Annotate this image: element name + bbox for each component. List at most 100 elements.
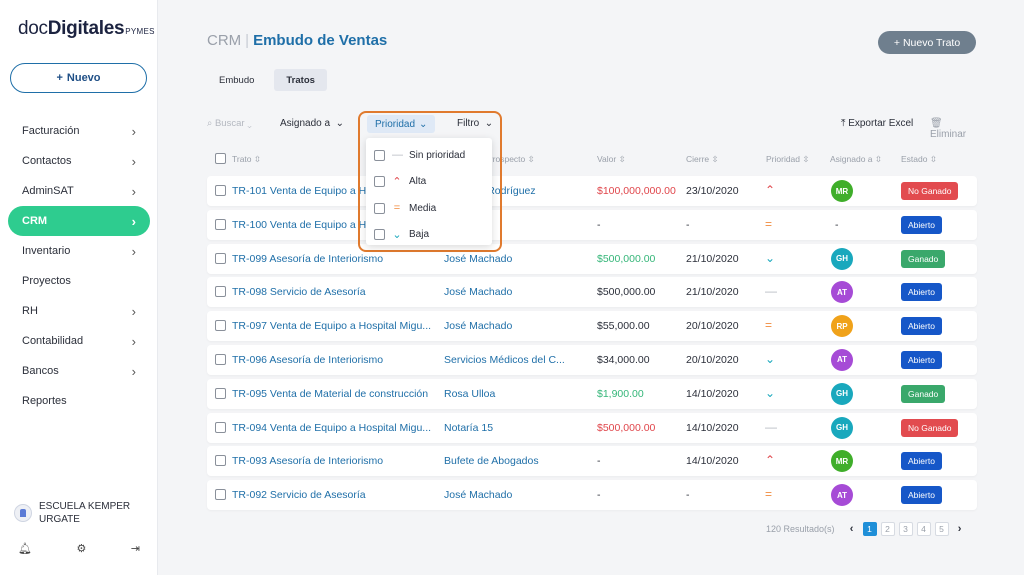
status-badge[interactable]: Abierto bbox=[901, 452, 942, 471]
sidebar-item-crm[interactable]: CRM › bbox=[8, 206, 150, 236]
table-row[interactable]: TR-099 Asesoría de Interiorismo José Mach… bbox=[207, 243, 977, 274]
sidebar-item-facturacin[interactable]: Facturación › bbox=[0, 116, 158, 146]
status-badge[interactable]: Abierto bbox=[901, 283, 942, 302]
avatar[interactable]: AT bbox=[831, 348, 853, 371]
col-deal[interactable]: Trato ⇳ bbox=[232, 154, 261, 165]
page-button[interactable]: 5 bbox=[934, 522, 949, 536]
organization[interactable]: ESCUELA KEMPER URGATE bbox=[14, 500, 130, 526]
tab-tratos[interactable]: Tratos bbox=[274, 69, 327, 91]
avatar[interactable]: AT bbox=[831, 484, 853, 507]
prospect-link[interactable]: Servicios Médicos del C... bbox=[444, 354, 579, 366]
select-all-checkbox[interactable] bbox=[215, 153, 226, 164]
prospect-link[interactable]: Bufete de Abogados bbox=[444, 455, 579, 467]
table-row[interactable]: TR-094 Venta de Equipo a Hospital Migu..… bbox=[207, 412, 977, 443]
status-badge[interactable]: Ganado bbox=[901, 384, 946, 403]
table-row[interactable]: TR-096 Asesoría de Interiorismo Servicios… bbox=[207, 344, 977, 375]
sidebar-item-rh[interactable]: RH › bbox=[0, 296, 158, 326]
avatar[interactable]: GH bbox=[831, 247, 853, 270]
table-row[interactable]: TR-101 Venta de Equipo a Hospital Miguel… bbox=[207, 176, 977, 206]
gear-icon[interactable]: ⚙ bbox=[76, 542, 86, 555]
col-close[interactable]: Cierre ⇳ bbox=[686, 154, 719, 165]
col-assigned[interactable]: Asignado a ⇳ bbox=[830, 154, 882, 165]
page-button[interactable]: 1 bbox=[862, 522, 877, 536]
row-checkbox[interactable] bbox=[215, 286, 226, 298]
priority-option[interactable]: ⌄ Baja bbox=[366, 222, 492, 249]
page-button[interactable]: 2 bbox=[880, 522, 895, 536]
prev-page-icon[interactable]: ‹ bbox=[845, 522, 859, 536]
export-excel-button[interactable]: ⤒ Exportar Excel bbox=[841, 118, 913, 129]
row-checkbox[interactable] bbox=[215, 421, 226, 433]
deal-link[interactable]: TR-098 Servicio de Asesoría bbox=[232, 286, 432, 298]
sidebar-item-bancos[interactable]: Bancos › bbox=[0, 356, 158, 386]
table-row[interactable]: TR-097 Venta de Equipo a Hospital Migu..… bbox=[207, 311, 977, 342]
prospect-link[interactable]: José Machado bbox=[444, 489, 579, 501]
next-page-icon[interactable]: › bbox=[953, 522, 967, 536]
page-button[interactable]: 3 bbox=[898, 522, 913, 536]
col-value[interactable]: Valor ⇳ bbox=[597, 154, 626, 165]
table-row[interactable]: TR-092 Servicio de Asesoría José Machado -… bbox=[207, 480, 977, 511]
sidebar-item-contabilidad[interactable]: Contabilidad › bbox=[0, 326, 158, 356]
prospect-link[interactable]: José Machado bbox=[444, 253, 579, 265]
prospect-link[interactable]: José Machado bbox=[444, 320, 579, 332]
priority-option[interactable]: ⌃ Alta bbox=[366, 169, 492, 196]
status-badge[interactable]: Abierto bbox=[901, 350, 942, 369]
avatar[interactable]: GH bbox=[831, 416, 853, 439]
status-badge[interactable]: Abierto bbox=[901, 486, 942, 505]
avatar[interactable]: RP bbox=[831, 315, 853, 338]
row-checkbox[interactable] bbox=[215, 320, 226, 332]
row-checkbox[interactable] bbox=[215, 387, 226, 399]
status-badge[interactable]: Ganado bbox=[901, 249, 946, 268]
sidebar-item-proyectos[interactable]: Proyectos bbox=[0, 266, 158, 296]
sidebar-item-adminsat[interactable]: AdminSAT › bbox=[0, 176, 158, 206]
priority-option[interactable]: — Sin prioridad bbox=[366, 142, 492, 169]
page-button[interactable]: 4 bbox=[916, 522, 931, 536]
new-deal-button[interactable]: + Nuevo Trato bbox=[878, 31, 976, 54]
status-badge[interactable]: No Ganado bbox=[901, 418, 959, 437]
tab-embudo[interactable]: Embudo bbox=[207, 69, 266, 91]
logout-icon[interactable]: ⇥ bbox=[131, 542, 140, 555]
avatar[interactable]: GH bbox=[831, 382, 853, 405]
avatar[interactable]: AT bbox=[831, 281, 853, 304]
option-checkbox[interactable] bbox=[374, 202, 385, 214]
row-checkbox[interactable] bbox=[215, 455, 226, 467]
col-status[interactable]: Estado ⇳ bbox=[901, 154, 937, 165]
search-field[interactable]: ⌕ Buscar ⌄ bbox=[207, 118, 252, 129]
row-checkbox[interactable] bbox=[215, 353, 226, 365]
assigned-filter[interactable]: Asignado a ⌄ bbox=[280, 118, 344, 129]
new-button[interactable]: + Nuevo bbox=[10, 63, 147, 93]
status-badge[interactable]: No Ganado bbox=[901, 182, 959, 200]
row-checkbox[interactable] bbox=[215, 185, 226, 196]
deal-link[interactable]: TR-092 Servicio de Asesoría bbox=[232, 489, 432, 501]
table-row[interactable]: TR-098 Servicio de Asesoría José Machado $… bbox=[207, 277, 977, 308]
bell-icon[interactable]: 🔔︎ bbox=[18, 542, 32, 555]
sidebar-item-reportes[interactable]: Reportes bbox=[0, 386, 158, 416]
sidebar-item-contactos[interactable]: Contactos › bbox=[0, 146, 158, 176]
breadcrumb-crm[interactable]: CRM bbox=[207, 32, 241, 49]
table-row[interactable]: TR-093 Asesoría de Interiorismo Bufete de… bbox=[207, 446, 977, 477]
deal-link[interactable]: TR-096 Asesoría de Interiorismo bbox=[232, 354, 432, 366]
option-checkbox[interactable] bbox=[374, 229, 385, 241]
col-priority[interactable]: Prioridad ⇳ bbox=[766, 154, 810, 165]
delete-button[interactable]: 🗑︎ Eliminar bbox=[930, 118, 977, 140]
status-badge[interactable]: Abierto bbox=[901, 317, 942, 336]
option-checkbox[interactable] bbox=[374, 176, 385, 188]
status-badge[interactable]: Abierto bbox=[901, 215, 942, 234]
avatar[interactable]: MR bbox=[831, 180, 853, 202]
deal-link[interactable]: TR-099 Asesoría de Interiorismo bbox=[232, 253, 432, 265]
priority-option[interactable]: = Media bbox=[366, 195, 492, 222]
avatar[interactable]: MR bbox=[831, 450, 853, 473]
deal-link[interactable]: TR-094 Venta de Equipo a Hospital Migu..… bbox=[232, 422, 432, 434]
row-checkbox[interactable] bbox=[215, 489, 226, 501]
table-row[interactable]: TR-100 Venta de Equipo a Hospital Miguel… bbox=[207, 209, 977, 240]
prospect-link[interactable]: José Machado bbox=[444, 286, 579, 298]
deal-link[interactable]: TR-095 Venta de Material de construcción bbox=[232, 388, 432, 400]
prospect-link[interactable]: Notaría 15 bbox=[444, 422, 579, 434]
row-checkbox[interactable] bbox=[215, 252, 226, 264]
table-row[interactable]: TR-095 Venta de Material de construcción… bbox=[207, 378, 977, 409]
deal-link[interactable]: TR-097 Venta de Equipo a Hospital Migu..… bbox=[232, 320, 432, 332]
prospect-link[interactable]: Rosa Ulloa bbox=[444, 388, 579, 400]
row-checkbox[interactable] bbox=[215, 218, 226, 230]
brand-logo[interactable]: docDigitalesPYMES bbox=[18, 18, 155, 40]
option-checkbox[interactable] bbox=[374, 149, 385, 161]
deal-link[interactable]: TR-093 Asesoría de Interiorismo bbox=[232, 455, 432, 467]
